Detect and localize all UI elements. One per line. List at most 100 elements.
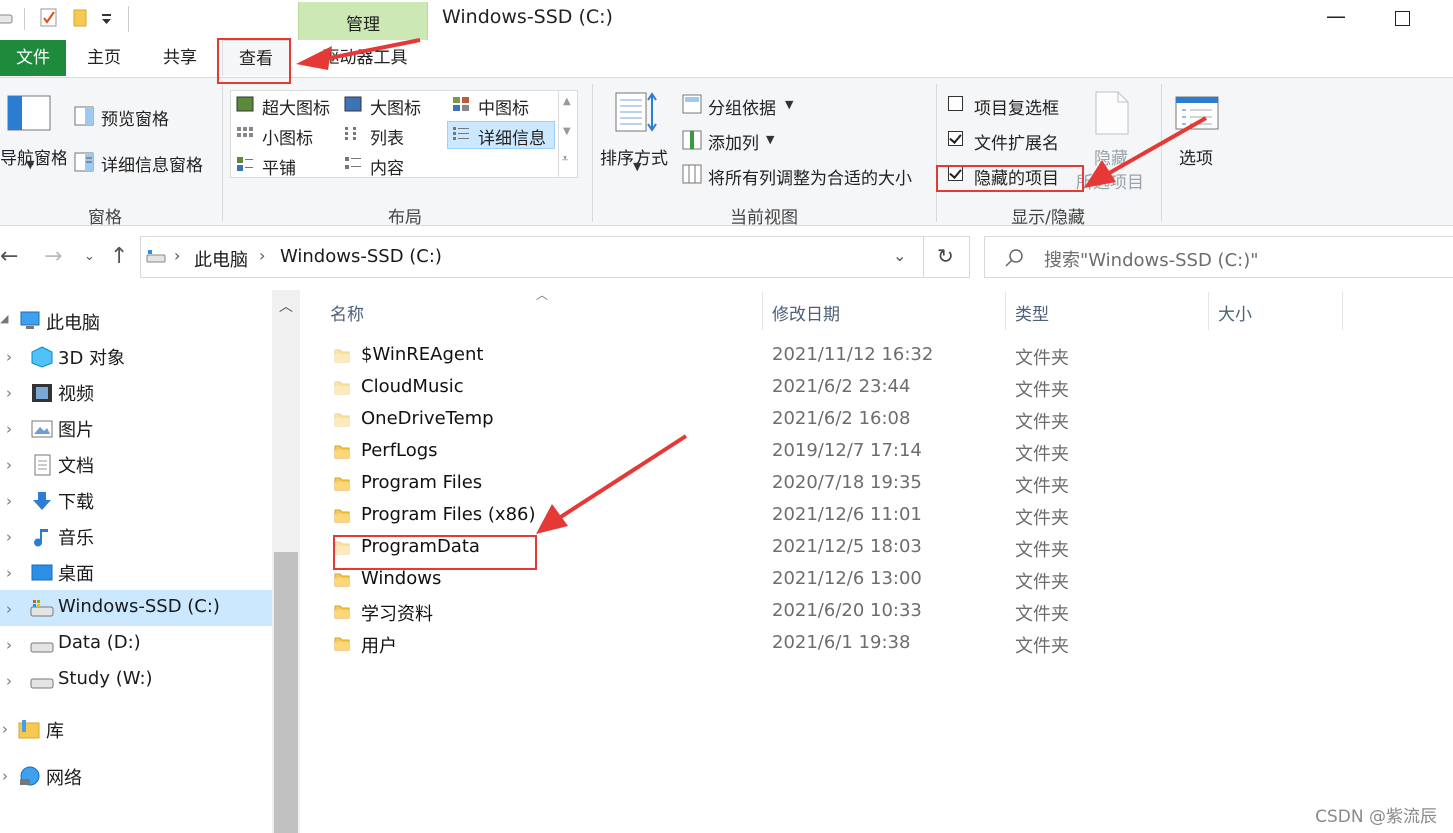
item-checkboxes-checkbox[interactable] <box>948 96 963 111</box>
new-folder-icon[interactable] <box>72 8 90 28</box>
options-button[interactable]: 选项 <box>1179 144 1213 169</box>
file-row[interactable]: Program Files 2020/7/18 19:35 文件夹 <box>330 468 1330 500</box>
nav-documents[interactable]: 文档 <box>58 452 94 478</box>
chevron-down-icon[interactable]: ▼ <box>26 158 34 171</box>
breadcrumb-drive[interactable]: Windows-SSD (C:) <box>280 246 442 267</box>
forward-arrow-icon[interactable]: → <box>44 244 62 269</box>
layout-extra-large-icons[interactable]: 超大图标 <box>262 94 330 119</box>
layout-medium-icons[interactable]: 中图标 <box>478 94 529 119</box>
file-row[interactable]: PerfLogs 2019/12/7 17:14 文件夹 <box>330 436 1330 468</box>
layout-list[interactable]: 列表 <box>370 124 404 149</box>
layout-large-icons[interactable]: 大图标 <box>370 94 421 119</box>
breadcrumb-this-pc[interactable]: 此电脑 <box>194 246 248 272</box>
layout-details[interactable]: 详细信息 <box>478 124 546 149</box>
column-header-name[interactable]: 名称 <box>330 300 364 325</box>
nav-desktop[interactable]: 桌面 <box>58 560 94 586</box>
nav-this-pc[interactable]: 此电脑 <box>46 309 100 335</box>
file-row[interactable]: CloudMusic 2021/6/2 23:44 文件夹 <box>330 372 1330 404</box>
drive-icon[interactable] <box>0 10 14 28</box>
item-checkboxes-label[interactable]: 项目复选框 <box>974 94 1059 119</box>
column-divider[interactable] <box>1005 292 1006 330</box>
tab-drive-tools[interactable]: 驱动器工具 <box>308 40 422 76</box>
watermark: CSDN @紫流辰 <box>1315 807 1437 827</box>
column-header-date[interactable]: 修改日期 <box>772 300 840 325</box>
chevron-down-icon[interactable]: ▼ <box>766 133 774 146</box>
up-arrow-icon[interactable]: ↑ <box>110 244 128 269</box>
add-column-button[interactable]: 添加列 <box>708 129 759 154</box>
column-header-type[interactable]: 类型 <box>1015 300 1049 325</box>
properties-icon[interactable] <box>40 8 58 28</box>
maximize-button[interactable] <box>1395 11 1410 26</box>
nav-windows-ssd[interactable]: Windows-SSD (C:) <box>58 596 220 617</box>
tab-file[interactable]: 文件 <box>0 40 66 76</box>
nav-3d-objects[interactable]: 3D 对象 <box>58 344 125 370</box>
recent-locations-chevron-icon[interactable]: ⌄ <box>84 249 95 264</box>
breadcrumb-separator-icon[interactable]: › <box>259 246 265 265</box>
layout-content[interactable]: 内容 <box>370 154 404 179</box>
nav-pictures[interactable]: 图片 <box>58 416 94 442</box>
layout-tiles[interactable]: 平铺 <box>262 154 296 179</box>
details-pane-button[interactable]: 详细信息窗格 <box>101 151 203 176</box>
nav-data-drive[interactable]: Data (D:) <box>58 632 141 653</box>
gallery-up-icon[interactable]: ▲ <box>563 96 571 107</box>
file-row[interactable]: 用户 2021/6/1 19:38 文件夹 <box>330 628 1330 660</box>
collapsed-chevron-icon[interactable]: › <box>6 456 12 474</box>
sort-by-icon[interactable] <box>614 90 660 136</box>
collapsed-chevron-icon[interactable]: › <box>6 420 12 438</box>
nav-library[interactable]: 库 <box>46 717 64 743</box>
collapsed-chevron-icon[interactable]: › <box>6 528 12 546</box>
file-row[interactable]: $WinREAgent 2021/11/12 16:32 文件夹 <box>330 340 1330 372</box>
gallery-down-icon[interactable]: ▼ <box>563 126 571 137</box>
collapsed-chevron-icon[interactable]: › <box>2 720 8 738</box>
file-row[interactable]: OneDriveTemp 2021/6/2 16:08 文件夹 <box>330 404 1330 436</box>
address-dropdown-icon[interactable]: ⌄ <box>893 246 906 265</box>
breadcrumb-separator-icon[interactable]: › <box>174 246 180 265</box>
collapsed-chevron-icon[interactable]: › <box>6 492 12 510</box>
chevron-down-icon[interactable]: ▼ <box>633 160 641 173</box>
back-arrow-icon[interactable]: ← <box>0 244 18 269</box>
tab-home[interactable]: 主页 <box>74 40 134 76</box>
nav-study-drive[interactable]: Study (W:) <box>58 668 153 689</box>
file-extensions-checkbox[interactable] <box>948 131 963 146</box>
file-row[interactable]: 学习资料 2021/6/20 10:33 文件夹 <box>330 596 1330 628</box>
hide-selected-icon[interactable] <box>1094 90 1130 136</box>
details-pane-icon[interactable] <box>74 152 94 172</box>
group-by-button[interactable]: 分组依据 <box>708 94 776 119</box>
collapsed-chevron-icon[interactable]: › <box>2 767 8 785</box>
column-divider[interactable] <box>1208 292 1209 330</box>
nav-videos[interactable]: 视频 <box>58 380 94 406</box>
nav-music[interactable]: 音乐 <box>58 524 94 550</box>
preview-pane-button[interactable]: 预览窗格 <box>101 105 169 130</box>
fit-columns-button[interactable]: 将所有列调整为合适的大小 <box>708 164 912 189</box>
layout-small-icons[interactable]: 小图标 <box>262 124 313 149</box>
column-divider[interactable] <box>1342 292 1343 330</box>
collapsed-chevron-icon[interactable]: › <box>6 564 12 582</box>
options-icon[interactable] <box>1174 94 1220 134</box>
nav-downloads[interactable]: 下载 <box>58 488 94 514</box>
scroll-up-icon[interactable]: ︿ <box>279 296 293 316</box>
qat-dropdown-icon[interactable] <box>100 12 118 32</box>
column-divider[interactable] <box>762 292 763 330</box>
drive-icon <box>146 250 166 263</box>
file-extensions-label[interactable]: 文件扩展名 <box>974 129 1059 154</box>
collapsed-chevron-icon[interactable]: › <box>6 384 12 402</box>
nav-scrollbar-thumb[interactable] <box>274 552 298 833</box>
file-row[interactable]: Program Files (x86) 2021/12/6 11:01 文件夹 <box>330 500 1330 532</box>
hide-selected-line2[interactable]: 所选项目 <box>1076 168 1144 193</box>
collapsed-chevron-icon[interactable]: › <box>6 636 12 654</box>
tab-share[interactable]: 共享 <box>150 40 210 76</box>
column-header-size[interactable]: 大小 <box>1218 300 1252 325</box>
navigation-pane-icon[interactable] <box>6 94 52 134</box>
hide-selected-line1[interactable]: 隐藏 <box>1094 144 1128 169</box>
preview-pane-icon[interactable] <box>74 106 94 126</box>
minimize-button[interactable]: — <box>1326 4 1346 28</box>
collapsed-chevron-icon[interactable]: › <box>6 348 12 366</box>
collapsed-chevron-icon[interactable]: › <box>6 672 12 690</box>
nav-network[interactable]: 网络 <box>46 764 82 790</box>
gallery-expand-icon[interactable]: ⩡ <box>562 152 568 166</box>
file-type: 文件夹 <box>1015 444 1069 465</box>
expanded-chevron-icon[interactable]: ◢ <box>0 312 8 325</box>
address-input[interactable] <box>140 236 924 278</box>
collapsed-chevron-icon[interactable]: › <box>6 600 12 618</box>
chevron-down-icon[interactable]: ▼ <box>785 98 793 111</box>
